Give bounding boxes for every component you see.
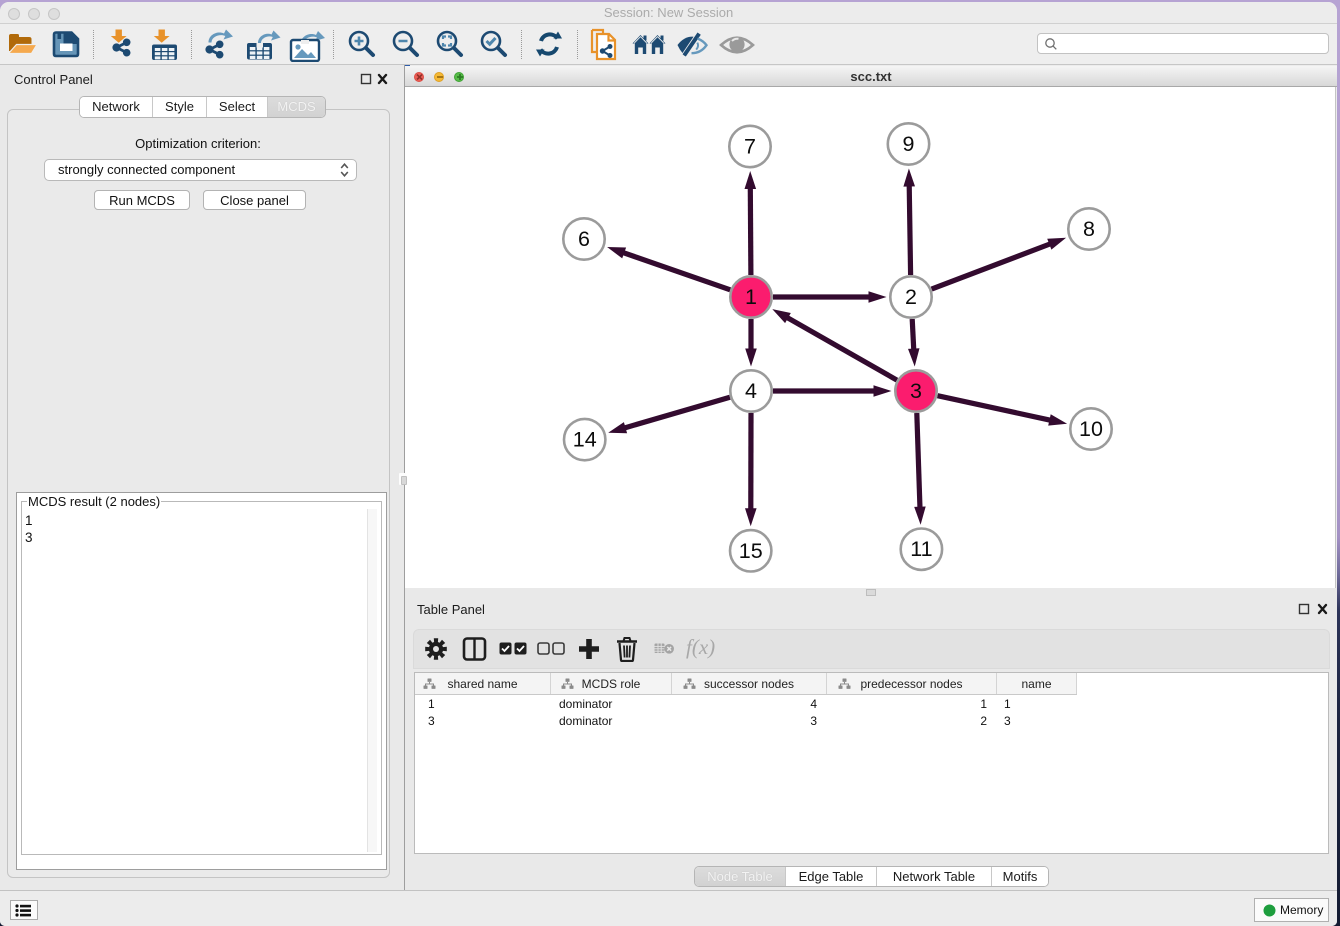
svg-text:15: 15 [739, 539, 763, 563]
svg-text:3: 3 [910, 379, 922, 403]
svg-text:11: 11 [910, 537, 932, 561]
svg-text:1: 1 [745, 285, 757, 309]
svg-text:10: 10 [1079, 417, 1103, 441]
svg-text:6: 6 [578, 227, 590, 251]
svg-text:7: 7 [744, 135, 756, 159]
svg-text:2: 2 [905, 285, 917, 309]
svg-text:4: 4 [745, 379, 757, 403]
svg-text:8: 8 [1083, 217, 1095, 241]
svg-text:14: 14 [573, 428, 597, 452]
svg-text:9: 9 [903, 132, 915, 156]
